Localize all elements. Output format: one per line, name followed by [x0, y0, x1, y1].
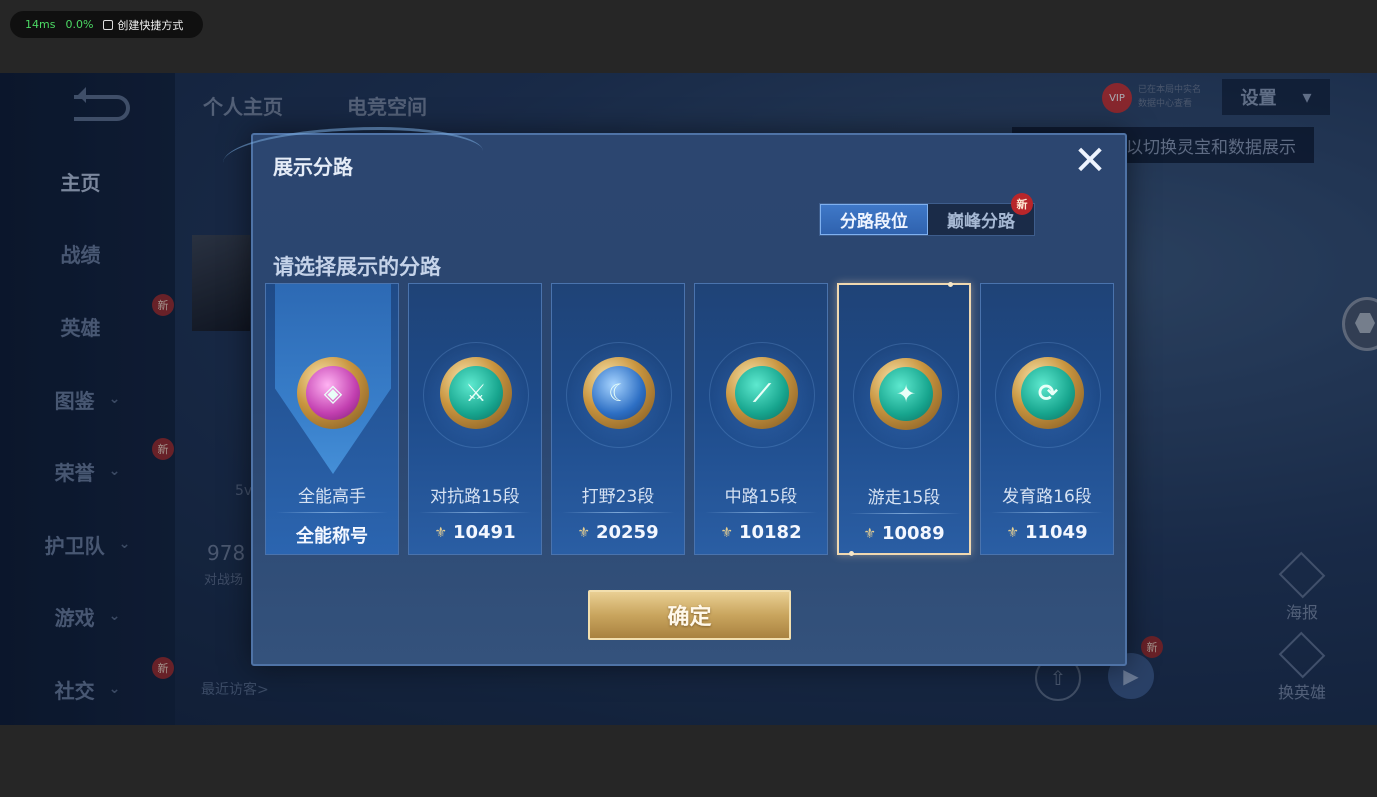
badge-glyph: ⚔: [449, 366, 503, 420]
emulator-bottom-bar: [0, 725, 1377, 797]
lane-card[interactable]: ◈ 全能高手全能称号: [265, 283, 399, 555]
badge-glyph: ◈: [306, 366, 360, 420]
lane-score-value: 11049: [1024, 522, 1088, 543]
lane-score-value: 全能称号: [296, 526, 368, 547]
lane-score: 全能称号: [266, 522, 398, 548]
combat-power-icon: ⚜: [434, 524, 447, 541]
lane-card[interactable]: ⚔ 对抗路15段 ⚜ 10491: [408, 283, 542, 555]
lane-card-list: ◈ 全能高手全能称号 ⚔ 对抗路15段 ⚜ 10491 ☾ 打野23段 ⚜ 20259 ⟋ 中路15段…: [265, 282, 1115, 556]
lane-badge-icon: ◈: [297, 357, 369, 429]
confirm-button[interactable]: 确定: [588, 590, 791, 640]
emulator-top-bar: 14ms 0.0% 创建快捷方式: [0, 0, 1377, 73]
card-divider: [849, 513, 961, 514]
title-swirl-decoration: [223, 127, 483, 187]
lane-card[interactable]: ⟳ 发育路16段 ⚜ 11049: [980, 283, 1114, 555]
lane-badge-icon: ☾: [583, 357, 655, 429]
selection-corner-dot: [948, 282, 953, 287]
packet-loss-value: 0.0%: [65, 18, 94, 31]
lane-label: 中路15段: [724, 487, 798, 507]
lane-badge-icon: ✦: [870, 358, 942, 430]
select-lane-prompt: 请选择展示的分路: [273, 255, 441, 279]
card-divider: [276, 512, 388, 513]
card-divider: [991, 512, 1103, 513]
lane-label: 发育路16段: [1002, 487, 1092, 507]
game-viewport: 主页 战绩 英雄 图鉴 ⌄ 荣誉 ⌄ 护卫队 ⌄ 游戏 ⌄ 社交 ⌄ 新新新 个人主页 电竞空间 5v 9…: [0, 73, 1377, 725]
lane-badge-icon: ⟳: [1012, 357, 1084, 429]
shortcut-icon: [103, 19, 114, 30]
badge-glyph: ⟳: [1021, 366, 1075, 420]
badge-glyph: ⟋: [735, 366, 789, 420]
lane-badge-icon: ⟋: [726, 357, 798, 429]
combat-power-icon: ⚜: [720, 524, 733, 541]
show-lane-dialog: 展示分路 ✕ 分路段位 巅峰分路 新 请选择展示的分路 ◈ 全能高手全能称号 ⚔ 对抗…: [223, 127, 1127, 666]
card-divider: [419, 512, 531, 513]
performance-pill: 14ms 0.0% 创建快捷方式: [10, 11, 203, 38]
lane-label: 对抗路15段: [430, 487, 520, 507]
combat-power-icon: ⚜: [577, 524, 590, 541]
card-divider: [705, 512, 817, 513]
lane-card[interactable]: ☾ 打野23段 ⚜ 20259: [551, 283, 685, 555]
lane-score: ⚜ 10491: [409, 522, 541, 543]
selection-corner-dot: [849, 551, 854, 556]
lane-label: 游走15段: [867, 488, 941, 508]
lane-score: ⚜ 10089: [839, 523, 969, 544]
lane-score-value: 20259: [595, 522, 659, 543]
lane-score: ⚜ 20259: [552, 522, 684, 543]
lane-badge-icon: ⚔: [440, 357, 512, 429]
lane-label: 打野23段: [581, 487, 655, 507]
lane-label: 全能高手: [298, 487, 366, 507]
create-shortcut-button[interactable]: 创建快捷方式: [103, 17, 183, 33]
lane-card[interactable]: ✦ 游走15段 ⚜ 10089: [837, 282, 971, 556]
lane-score: ⚜ 11049: [981, 522, 1113, 543]
badge-glyph: ☾: [592, 366, 646, 420]
combat-power-icon: ⚜: [863, 525, 876, 542]
lane-score-value: 10491: [452, 522, 516, 543]
create-shortcut-label: 创建快捷方式: [117, 18, 184, 32]
lane-tab-switcher: 分路段位 巅峰分路: [819, 203, 1035, 236]
combat-power-icon: ⚜: [1006, 524, 1019, 541]
new-badge: 新: [1011, 193, 1033, 215]
lane-score-value: 10182: [738, 522, 802, 543]
dialog-title: 展示分路: [273, 155, 353, 179]
lane-score-value: 10089: [881, 523, 945, 544]
close-icon[interactable]: ✕: [1070, 141, 1110, 181]
lane-card[interactable]: ⟋ 中路15段 ⚜ 10182: [694, 283, 828, 555]
lane-score: ⚜ 10182: [695, 522, 827, 543]
latency-value: 14ms: [25, 18, 56, 31]
badge-glyph: ✦: [879, 367, 933, 421]
card-divider: [562, 512, 674, 513]
tab-lane-rank[interactable]: 分路段位: [820, 204, 928, 235]
